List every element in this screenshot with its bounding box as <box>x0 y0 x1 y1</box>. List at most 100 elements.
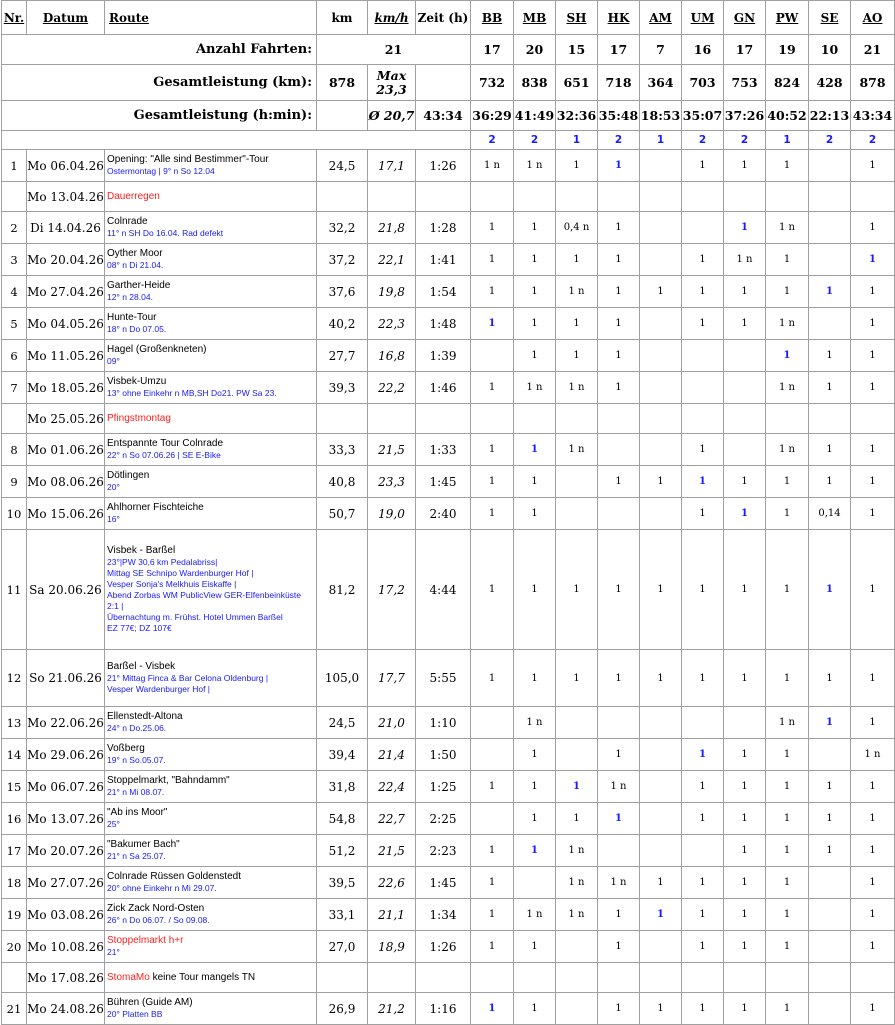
participation-cell: 1 <box>681 898 724 931</box>
participation-cell <box>639 149 682 182</box>
row-km: 24,5 <box>316 149 368 182</box>
route-note-line: Pfingstmontag <box>107 413 314 425</box>
participation-cell: 1 <box>850 371 895 404</box>
participation-cell <box>681 181 724 212</box>
row-route[interactable]: Visbek-Umzu 13° ohne Einkehr n MB,SH Do21… <box>104 371 317 404</box>
participation-cell: 1 <box>723 529 766 650</box>
row-route[interactable]: Pfingstmontag <box>104 403 317 434</box>
row-route[interactable]: StomaMo keine Tour mangels TN <box>104 962 317 993</box>
fahrten-value: 16 <box>681 34 724 65</box>
participation-cell: 1 n <box>555 371 598 404</box>
route-subtitle: 20° Platten BB <box>107 1009 163 1019</box>
col-person[interactable]: AM <box>639 0 682 35</box>
row-route[interactable]: Ellenstedt-Altona 24° n Do.25.06. <box>104 706 317 739</box>
participation-cell: 1 <box>513 275 556 308</box>
row-route[interactable]: "Bakumer Bach" 21° n Sa 25.07. <box>104 834 317 867</box>
row-route[interactable]: Entspannte Tour Colnrade 22° n So 07.06.2… <box>104 433 317 466</box>
hours-value: 43:34 <box>850 100 895 131</box>
row-speed: 21,2 <box>367 992 416 1025</box>
participation-cell <box>639 433 682 466</box>
col-nr[interactable]: Nr. <box>1 0 27 35</box>
hours-value: 37:26 <box>723 100 766 131</box>
row-route[interactable]: Colnrade 11° n SH Do 16.04. Rad defekt <box>104 211 317 244</box>
participation-cell <box>723 433 766 466</box>
route-title: Garther-Heide <box>107 280 171 291</box>
row-km: 33,1 <box>316 898 368 931</box>
count-value: 2 <box>513 130 556 150</box>
hours-total: 43:34 <box>415 100 471 131</box>
row-route[interactable]: Stoppelmarkt h+r 21° <box>104 930 317 963</box>
tour-row: 17 Mo 20.07.26 "Bakumer Bach" 21° n Sa 25.0… <box>1 834 895 867</box>
counts-row: 2 2 1 2 1 2 2 1 2 2 <box>1 130 895 150</box>
participation-cell <box>597 403 640 434</box>
route-subtitle: Mittag SE Schnipo Wardenburger Hof | <box>107 568 254 578</box>
tour-rows: 1 Mo 06.04.26 Opening: "Alle sind Bestimme… <box>1 149 895 1025</box>
participation-mark-highlight: 1 <box>826 717 833 728</box>
route-subtitle: 23°|PW 30,6 km Pedalabriss| <box>107 557 218 567</box>
row-speed: 17,1 <box>367 149 416 182</box>
col-person[interactable]: MB <box>513 0 556 35</box>
participation-cell <box>513 962 556 993</box>
participation-cell: 1 <box>681 738 724 771</box>
row-route[interactable]: Hagel (Großenkneten) 09° <box>104 339 317 372</box>
col-person[interactable]: AO <box>850 0 895 35</box>
col-person[interactable]: SE <box>808 0 851 35</box>
route-title: Hagel (Großenkneten) <box>107 344 207 355</box>
row-time: 1:25 <box>415 770 471 803</box>
row-route[interactable]: Barßel - Visbek 21° Mittag Finca & Bar Ce… <box>104 649 317 707</box>
participation-cell: 1 <box>470 992 514 1025</box>
tour-row: 4 Mo 27.04.26 Garther-Heide 12° n 28.04. 37,… <box>1 275 895 308</box>
participation-cell: 1 <box>765 992 809 1025</box>
row-route[interactable]: Zick Zack Nord-Osten 26° n Do 06.07. / So… <box>104 898 317 931</box>
participation-cell <box>597 962 640 993</box>
row-route[interactable]: Garther-Heide 12° n 28.04. <box>104 275 317 308</box>
participation-cell: 1 <box>470 275 514 308</box>
fahrten-value: 21 <box>850 34 895 65</box>
row-date: Mo 06.04.26 <box>26 149 105 182</box>
col-person[interactable]: SH <box>555 0 598 35</box>
row-date: Mo 01.06.26 <box>26 433 105 466</box>
col-km[interactable]: km <box>316 0 368 35</box>
col-person[interactable]: BB <box>470 0 514 35</box>
spacer-row: Mo 13.04.26 Dauerregen <box>1 181 895 212</box>
col-datum[interactable]: Datum <box>26 0 105 35</box>
route-note-line: StomaMo keine Tour mangels TN <box>107 972 314 984</box>
col-person[interactable]: GN <box>723 0 766 35</box>
row-route[interactable]: Dötlingen 20° <box>104 465 317 498</box>
row-route[interactable]: Oyther Moor 08° n Di 21.04. <box>104 243 317 276</box>
row-time: 1:33 <box>415 433 471 466</box>
participation-cell: 1 <box>470 307 514 340</box>
participation-cell: 1 n <box>597 866 640 899</box>
row-route[interactable]: Hunte-Tour 18° n Do 07.05. <box>104 307 317 340</box>
participation-cell <box>639 307 682 340</box>
tour-row: 20 Mo 10.08.26 Stoppelmarkt h+r 21° 27,0 18,9… <box>1 930 895 963</box>
col-person[interactable]: HK <box>597 0 640 35</box>
participation-cell <box>808 898 851 931</box>
fahrten-value: 17 <box>597 34 640 65</box>
participation-cell: 1 <box>808 649 851 707</box>
row-route[interactable]: Visbek - Barßel 23°|PW 30,6 km Pedalabris… <box>104 529 317 650</box>
row-route[interactable]: Bühren (Guide AM) 20° Platten BB <box>104 992 317 1025</box>
col-route[interactable]: Route <box>104 0 317 35</box>
col-zeit[interactable]: Zeit (h) <box>415 0 471 35</box>
col-person[interactable]: PW <box>765 0 809 35</box>
row-route[interactable]: Colnrade Rüssen Goldenstedt 20° ohne Eink… <box>104 866 317 899</box>
route-subtitle: 21° n Mi 08.07. <box>107 787 165 797</box>
row-time: 1:16 <box>415 992 471 1025</box>
participation-cell: 1 <box>470 465 514 498</box>
row-date: Mo 25.05.26 <box>26 403 105 434</box>
participation-cell: 1 <box>850 243 895 276</box>
row-route[interactable]: Ahlhorner Fischteiche 16° <box>104 497 317 530</box>
participation-cell: 1 <box>597 371 640 404</box>
row-route[interactable]: Opening: "Alle sind Bestimmer"-Tour Oster… <box>104 149 317 182</box>
row-route[interactable]: Dauerregen <box>104 181 317 212</box>
col-kmh[interactable]: km/h <box>367 0 416 35</box>
participation-cell: 1 <box>681 307 724 340</box>
tour-row: 13 Mo 22.06.26 Ellenstedt-Altona 24° n Do.2… <box>1 706 895 739</box>
row-route[interactable]: Voßberg 19° n So.05.07. <box>104 738 317 771</box>
col-person[interactable]: UM <box>681 0 724 35</box>
hours-value: 36:29 <box>470 100 514 131</box>
participation-cell: 1 <box>555 770 598 803</box>
row-route[interactable]: "Ab ins Moor" 25° <box>104 802 317 835</box>
row-route[interactable]: Stoppelmarkt, "Bahndamm" 21° n Mi 08.07. <box>104 770 317 803</box>
